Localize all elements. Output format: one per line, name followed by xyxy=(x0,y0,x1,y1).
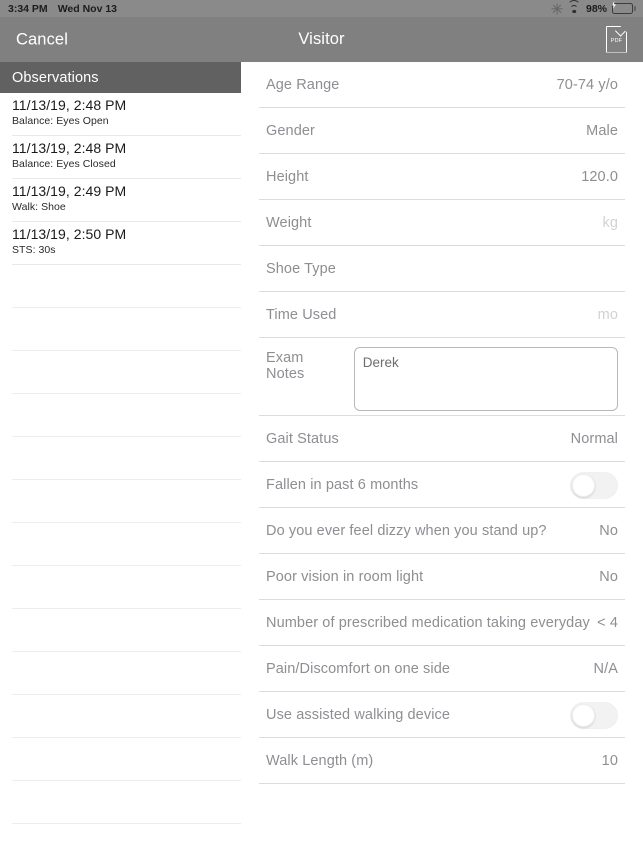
pdf-document-icon: PDF xyxy=(606,25,627,53)
form-row-value: 70-74 y/o xyxy=(556,77,618,93)
empty-list-row xyxy=(0,480,241,523)
visitor-form-panel: Age Range 70-74 y/o Gender Male Height 120.0 W… xyxy=(241,62,643,857)
form-row-label: Number of prescribed medication taking e… xyxy=(266,615,590,631)
observation-timestamp: 11/13/19, 2:50 PM xyxy=(12,226,127,242)
form-row[interactable]: Time Used mo xyxy=(241,292,643,338)
observations-list: 11/13/19, 2:48 PM Balance: Eyes Open 11/13… xyxy=(0,93,241,824)
page-title: Visitor xyxy=(298,30,345,48)
pdf-icon-label: PDF xyxy=(610,37,623,44)
form-row[interactable]: Weight kg xyxy=(241,200,643,246)
form-row-label: Gait Status xyxy=(266,431,339,447)
observation-detail: Balance: Eyes Open xyxy=(12,115,109,127)
observation-timestamp: 11/13/19, 2:48 PM xyxy=(12,140,127,156)
form-row-label: Use assisted walking device xyxy=(266,707,451,723)
observations-header: Observations xyxy=(0,62,241,93)
observation-list-item[interactable]: 11/13/19, 2:50 PM STS: 30s xyxy=(0,222,241,265)
empty-list-row xyxy=(0,566,241,609)
sync-icon xyxy=(552,3,563,14)
form-row[interactable]: Fallen in past 6 months xyxy=(241,462,643,508)
form-row-label: Gender xyxy=(266,123,315,139)
form-row-value: Male xyxy=(586,123,618,139)
form-row-value: mo xyxy=(597,307,618,323)
form-row[interactable]: Do you ever feel dizzy when you stand up… xyxy=(241,508,643,554)
wifi-icon xyxy=(567,0,581,14)
form-row-label: Height xyxy=(266,169,309,185)
cancel-button[interactable]: Cancel xyxy=(16,30,68,49)
navigation-bar: Visitor Cancel PDF xyxy=(0,17,643,62)
form-row[interactable]: Gait Status Normal xyxy=(241,416,643,462)
empty-list-row xyxy=(0,609,241,652)
form-row-label: Pain/Discomfort on one side xyxy=(266,661,451,677)
export-pdf-button[interactable]: PDF xyxy=(606,25,629,54)
form-row[interactable]: Gender Male xyxy=(241,108,643,154)
form-row-label: Do you ever feel dizzy when you stand up… xyxy=(266,523,547,539)
form-row-value: No xyxy=(599,523,618,539)
toggle-knob xyxy=(572,703,595,727)
toggle-switch[interactable] xyxy=(570,701,618,729)
form-row[interactable]: Use assisted walking device xyxy=(241,692,643,738)
form-row-label: Weight xyxy=(266,215,312,231)
form-row[interactable]: Shoe Type xyxy=(241,246,643,292)
exam-notes-label: Exam Notes xyxy=(266,350,305,382)
battery-charging-icon xyxy=(612,1,636,15)
empty-list-row xyxy=(0,351,241,394)
form-row[interactable]: Age Range 70-74 y/o xyxy=(241,62,643,108)
empty-list-row xyxy=(0,308,241,351)
form-rows-top: Age Range 70-74 y/o Gender Male Height 120.0 W… xyxy=(241,62,643,338)
empty-list-row xyxy=(0,394,241,437)
form-row-value: < 4 xyxy=(597,615,618,631)
observation-detail: Balance: Eyes Closed xyxy=(12,158,116,170)
battery-percent-label: 98% xyxy=(585,2,607,15)
form-row-label: Poor vision in room light xyxy=(266,569,424,585)
form-row-value: N/A xyxy=(593,661,618,677)
toggle-switch[interactable] xyxy=(570,471,618,499)
exam-notes-row: Exam Notes xyxy=(241,338,643,416)
pdf-fold-corner xyxy=(614,25,627,37)
form-row-value: kg xyxy=(602,215,618,231)
exam-notes-input[interactable] xyxy=(353,347,618,411)
form-row-label: Walk Length (m) xyxy=(266,753,374,769)
form-row-value: Normal xyxy=(570,431,618,447)
empty-list-row xyxy=(0,695,241,738)
empty-list-row xyxy=(0,265,241,308)
form-row-value: 10 xyxy=(601,753,618,769)
observation-timestamp: 11/13/19, 2:48 PM xyxy=(12,97,127,113)
form-row-value: 120.0 xyxy=(581,169,618,185)
observation-detail: Walk: Shoe xyxy=(12,201,66,213)
status-time: 3:34 PM xyxy=(8,2,48,15)
empty-list-row xyxy=(0,437,241,480)
empty-list-row xyxy=(0,738,241,781)
form-row-label: Shoe Type xyxy=(266,261,336,277)
observation-list-item[interactable]: 11/13/19, 2:49 PM Walk: Shoe xyxy=(0,179,241,222)
observation-detail: STS: 30s xyxy=(12,244,56,256)
empty-list-row xyxy=(0,652,241,695)
form-row[interactable]: Poor vision in room light No xyxy=(241,554,643,600)
empty-list-row xyxy=(0,523,241,566)
observation-timestamp: 11/13/19, 2:49 PM xyxy=(12,183,127,199)
form-row[interactable]: Pain/Discomfort on one side N/A xyxy=(241,646,643,692)
form-row-label: Fallen in past 6 months xyxy=(266,477,419,493)
form-rows-bottom: Gait Status Normal Fallen in past 6 months… xyxy=(241,416,643,784)
form-row[interactable]: Height 120.0 xyxy=(241,154,643,200)
status-bar-left: 3:34 PM Wed Nov 13 xyxy=(0,3,117,15)
form-row[interactable]: Walk Length (m) 10 xyxy=(241,738,643,784)
form-row[interactable]: Number of prescribed medication taking e… xyxy=(241,600,643,646)
form-row-value: No xyxy=(599,569,618,585)
visitor-form-screen: 3:34 PM Wed Nov 13 98% Visitor Cancel PD… xyxy=(0,0,643,857)
toggle-knob xyxy=(572,473,595,497)
form-row-label: Age Range xyxy=(266,77,340,93)
observations-sidebar: Observations 11/13/19, 2:48 PM Balance: E… xyxy=(0,62,241,857)
status-date: Wed Nov 13 xyxy=(57,2,118,15)
observation-list-item[interactable]: 11/13/19, 2:48 PM Balance: Eyes Closed xyxy=(0,136,241,179)
empty-list-row xyxy=(0,781,241,824)
list-separator xyxy=(12,823,241,824)
row-separator xyxy=(259,783,625,784)
status-bar-right: 98% xyxy=(552,0,643,15)
status-bar: 3:34 PM Wed Nov 13 98% xyxy=(0,0,643,17)
form-row-label: Time Used xyxy=(266,307,337,323)
observation-list-item[interactable]: 11/13/19, 2:48 PM Balance: Eyes Open xyxy=(0,93,241,136)
